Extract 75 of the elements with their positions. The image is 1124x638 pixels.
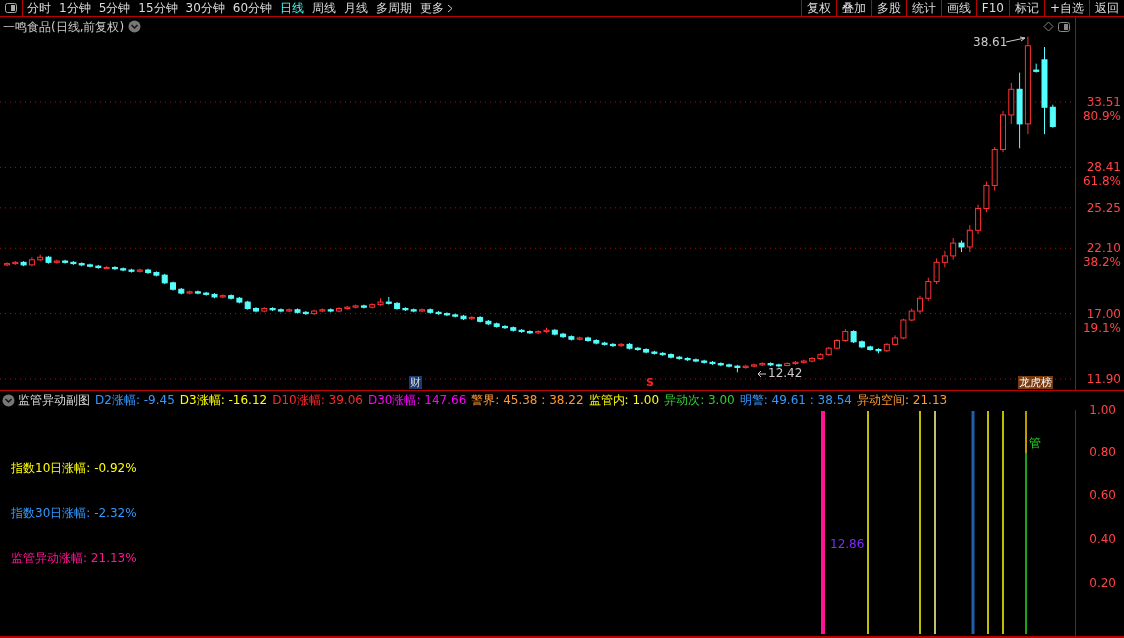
period-tab[interactable]: 分时: [23, 0, 55, 16]
axis-label: 0.40: [1089, 532, 1116, 546]
candlestick: [941, 250, 948, 268]
event-marker[interactable]: S: [645, 376, 655, 389]
candlestick: [950, 237, 957, 261]
stat-label: 指数30日涨幅: -2.32%: [11, 505, 137, 522]
chevron-icon: [447, 3, 454, 13]
low-price-label: 12.42: [768, 366, 803, 380]
toolbar-button[interactable]: 标记: [1008, 0, 1044, 16]
indicator-value: D2涨幅: -9.45: [95, 392, 175, 409]
toolbar-button[interactable]: 返回: [1089, 0, 1124, 16]
price-label: 28.41: [1086, 160, 1121, 175]
period-tab[interactable]: 更多: [416, 0, 458, 16]
axis-label: 1.00: [1089, 403, 1116, 417]
candlestick: [111, 265, 118, 271]
period-tab[interactable]: 多周期: [372, 0, 417, 16]
indicator-title: 监管异动副图: [18, 392, 90, 409]
indicator-value: D3涨幅: -16.12: [179, 392, 268, 409]
indicator-value: 监管内: 1.00: [588, 392, 660, 409]
price-label: 33.51: [1086, 94, 1121, 109]
indicator-value: 警界: 45.38 : 38.22: [471, 392, 584, 409]
event-marker[interactable]: 财: [409, 376, 422, 389]
candlestick: [609, 342, 616, 348]
period-tab[interactable]: 5分钟: [94, 0, 135, 16]
period-tab[interactable]: 60分钟: [228, 0, 277, 16]
candlestick: [983, 181, 990, 213]
candlestick: [975, 204, 982, 235]
value-label: 12.86: [830, 537, 865, 551]
period-tab[interactable]: 周线: [308, 0, 341, 16]
panel-icon: [5, 3, 17, 13]
ratio-label: 38.2%: [1082, 255, 1121, 270]
indicator-value: D30涨幅: 147.66: [367, 392, 467, 409]
arrow-icon: [757, 370, 767, 378]
arrow-icon: [1005, 36, 1027, 44]
candlestick: [933, 257, 940, 285]
candlestick: [966, 224, 973, 253]
period-tab[interactable]: 月线: [340, 0, 373, 16]
price-label: 17.00: [1086, 306, 1121, 321]
ratio-label: 61.8%: [1082, 174, 1121, 189]
toolbar-button[interactable]: +自选: [1043, 0, 1089, 16]
period-tab[interactable]: 1分钟: [55, 0, 95, 16]
chart-title: 一鸣食品(日线,前复权): [3, 19, 125, 36]
stat-label: 指数10日涨幅: -0.92%: [11, 460, 137, 477]
event-marker[interactable]: 龙虎榜: [1018, 376, 1053, 389]
signal-label: 管: [1029, 435, 1041, 452]
indicator-value: D10涨幅: 39.06: [272, 392, 363, 409]
toolbar-button[interactable]: 统计: [905, 0, 941, 16]
price-label: 25.25: [1086, 200, 1121, 215]
toolbar-button[interactable]: 叠加: [835, 0, 871, 16]
toolbar-button[interactable]: 多股: [870, 0, 906, 16]
price-label: 11.90: [1086, 371, 1121, 386]
stat-label: 监管异动涨幅: 21.13%: [11, 550, 137, 567]
price-label: 22.10: [1086, 241, 1121, 256]
period-tab[interactable]: 30分钟: [181, 0, 229, 16]
candlestick: [1049, 104, 1056, 129]
indicator-value: 异动空间: 21.13: [856, 392, 948, 409]
toolbar-button[interactable]: F10: [975, 0, 1009, 16]
period-tab[interactable]: 日线: [276, 0, 309, 16]
ratio-label: 80.9%: [1082, 108, 1121, 123]
dropdown-icon[interactable]: [128, 20, 141, 33]
candlestick: [526, 329, 533, 335]
ratio-label: 19.1%: [1082, 320, 1121, 335]
axis-label: 0.80: [1089, 445, 1116, 459]
high-price-label: 38.61: [973, 35, 1008, 49]
candlestick: [502, 324, 508, 330]
panel-icon[interactable]: [1058, 22, 1070, 32]
toolbar-button[interactable]: 复权: [800, 0, 836, 16]
dropdown-icon[interactable]: [2, 394, 15, 407]
axis-label: 0.60: [1089, 488, 1116, 502]
axis-label: 0.20: [1089, 576, 1116, 590]
toolbar-button[interactable]: 画线: [940, 0, 976, 16]
period-tab[interactable]: 15分钟: [134, 0, 182, 16]
candlestick: [925, 277, 932, 302]
indicator-value: 明警: 49.61 : 38.54: [739, 392, 852, 409]
indicator-value: 异动次: 3.00: [664, 392, 735, 409]
